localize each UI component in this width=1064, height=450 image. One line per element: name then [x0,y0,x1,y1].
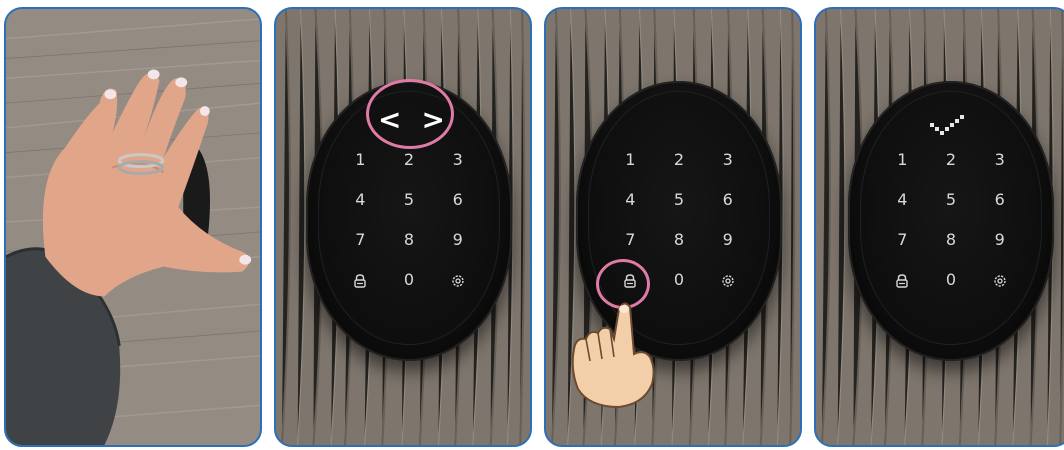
settings-key[interactable] [433,269,482,291]
panel-hand-on-lock [4,7,262,447]
gear-icon [451,274,464,287]
key-3[interactable]: 3 [703,149,752,171]
key-9[interactable]: 9 [433,229,482,251]
key-7[interactable]: 7 [878,229,927,251]
key-4[interactable]: 4 [878,189,927,211]
check-icon [930,115,964,135]
key-1[interactable]: 1 [878,149,927,171]
key-8[interactable]: 8 [385,229,434,251]
keypad-keys: 1 2 3 4 5 6 7 8 9 0 [878,149,1024,291]
panel-press-lock-key: 1 2 3 4 5 6 7 8 9 0 [544,7,802,447]
key-0[interactable]: 0 [927,269,976,291]
key-0[interactable]: 0 [385,269,434,291]
settings-key[interactable] [703,269,752,291]
lock-key[interactable] [878,269,927,291]
key-2[interactable]: 2 [927,149,976,171]
settings-key[interactable] [975,269,1024,291]
arrow-indicators: <> [378,103,465,136]
key-7[interactable]: 7 [606,229,655,251]
key-7[interactable]: 7 [336,229,385,251]
key-3[interactable]: 3 [975,149,1024,171]
key-4[interactable]: 4 [336,189,385,211]
lock-key[interactable] [336,269,385,291]
key-3[interactable]: 3 [433,149,482,171]
key-8[interactable]: 8 [655,229,704,251]
wood-floor [6,9,260,445]
right-arrow: > [421,103,465,136]
key-0[interactable]: 0 [655,269,704,291]
gear-icon [993,274,1006,287]
key-2[interactable]: 2 [385,149,434,171]
key-5[interactable]: 5 [385,189,434,211]
lock-icon [354,273,367,288]
key-9[interactable]: 9 [703,229,752,251]
lock-icon [896,273,909,288]
key-6[interactable]: 6 [703,189,752,211]
key-4[interactable]: 4 [606,189,655,211]
left-arrow: < [378,103,422,136]
key-6[interactable]: 6 [975,189,1024,211]
instruction-strip: 1 2 3 4 5 6 7 8 9 0 <> 1 2 3 4 5 6 7 8 9… [0,0,1064,450]
key-8[interactable]: 8 [927,229,976,251]
key-1[interactable]: 1 [336,149,385,171]
key-6[interactable]: 6 [433,189,482,211]
gear-icon [721,274,734,287]
key-9[interactable]: 9 [975,229,1024,251]
key-5[interactable]: 5 [927,189,976,211]
keypad-keys: 1 2 3 4 5 6 7 8 9 0 [336,149,482,291]
key-5[interactable]: 5 [655,189,704,211]
pointing-hand-icon [571,302,655,409]
panel-check-shown: 1 2 3 4 5 6 7 8 9 0 [814,7,1064,447]
key-1[interactable]: 1 [606,149,655,171]
key-2[interactable]: 2 [655,149,704,171]
panel-arrows-shown: 1 2 3 4 5 6 7 8 9 0 <> [274,7,532,447]
